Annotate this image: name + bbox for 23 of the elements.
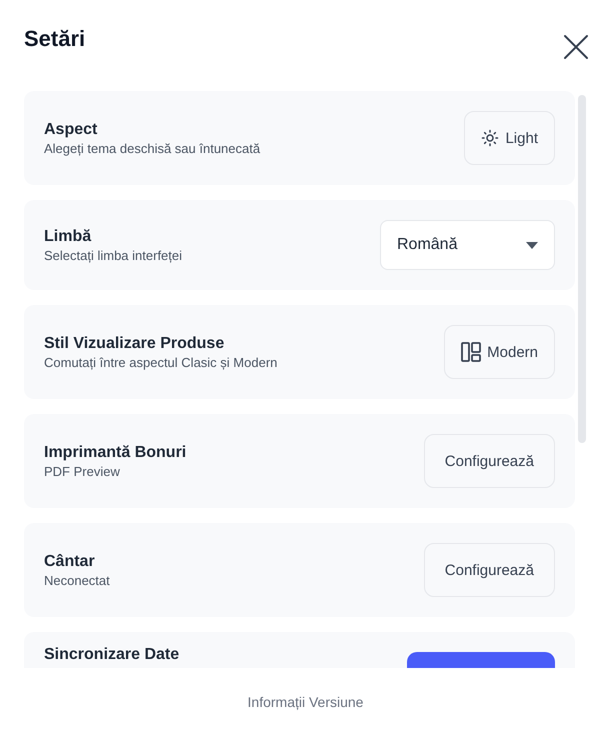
setting-title: Aspect	[44, 120, 98, 138]
setting-description: Alegeți tema deschisă sau întunecată	[44, 140, 260, 156]
setting-title: Limbă	[44, 228, 92, 246]
layout-icon	[461, 342, 482, 362]
theme-button[interactable]: Light	[464, 111, 555, 165]
dialog-title: Setări	[24, 26, 86, 52]
setting-description: Neconectat	[44, 572, 110, 588]
view-style-button[interactable]: Modern	[444, 325, 555, 379]
language-select[interactable]: Română	[380, 220, 555, 270]
setting-description: PDF Preview	[44, 464, 121, 478]
close-button[interactable]	[563, 34, 589, 60]
sun-icon	[481, 129, 500, 147]
setting-description: Selectați limba interfeței	[44, 248, 182, 262]
version-info-link[interactable]: Informații Versiune	[248, 694, 364, 710]
configure-button[interactable]: Configurează	[424, 434, 555, 488]
setting-title: Cântar	[44, 552, 96, 570]
setting-title: Sincronizare Date	[44, 646, 180, 664]
caret-icon	[526, 242, 538, 248]
setting-title: Stil Vizualizare Produse	[44, 334, 226, 352]
scrollbar-thumb[interactable]	[578, 95, 586, 443]
configure-button[interactable]: Configurează	[424, 543, 555, 597]
setting-description: Comutați între aspectul Clasic și Modern	[44, 354, 278, 370]
setting-title: Imprimantă Bonuri	[44, 444, 186, 462]
